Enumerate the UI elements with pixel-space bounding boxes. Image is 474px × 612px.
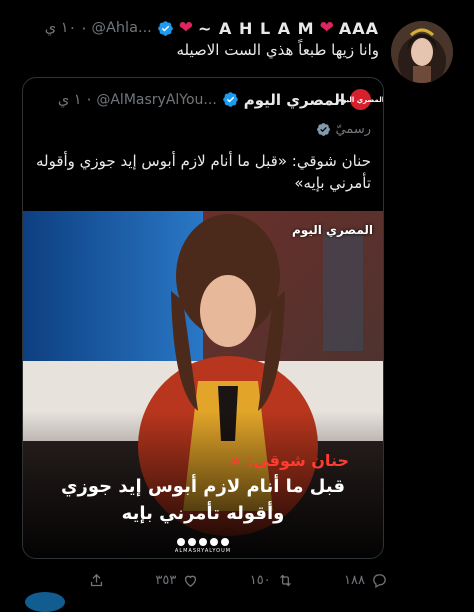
reply-icon <box>373 573 386 588</box>
tweet-header: AAA ❤ A H L A M ~ ❤ @Ahla... · ١٠ ي <box>45 18 379 38</box>
media-caption-line1: قبل ما أنام لازم أبوس إيد جوزي <box>60 476 346 497</box>
share-button[interactable] <box>88 572 105 589</box>
separator-dot: · <box>86 90 92 109</box>
avatar[interactable] <box>391 21 453 83</box>
retweet-icon <box>279 574 291 586</box>
social-icon <box>221 538 229 546</box>
quote-timestamp[interactable]: ١ ي <box>58 92 82 108</box>
quote-tweet[interactable]: المصري اليوم المصري اليوم @AlMasryAlYou.… <box>22 77 384 559</box>
quote-handle[interactable]: @AlMasryAlYou... <box>96 92 216 108</box>
quote-header: المصري اليوم المصري اليوم @AlMasryAlYou.… <box>58 89 383 110</box>
verified-badge-icon <box>223 92 238 107</box>
media-caption-name-text: حنان شوقي: <box>246 451 349 470</box>
timestamp[interactable]: ١٠ ي <box>45 20 77 36</box>
heart-icon: ❤ <box>319 18 334 38</box>
display-name-second[interactable]: A H L A M ~ <box>198 19 315 38</box>
share-icon <box>90 573 103 586</box>
quote-avatar[interactable]: المصري اليوم <box>337 89 383 110</box>
reply-button[interactable]: ١٨٨ <box>344 572 388 589</box>
next-tweet-avatar[interactable] <box>25 592 65 612</box>
verified-badge-icon <box>158 20 173 36</box>
media-caption-line2: وأقوله تأمرني بإيه <box>121 503 285 524</box>
retweet-count: ١٥٠ <box>249 572 271 588</box>
reply-count: ١٨٨ <box>344 572 365 588</box>
quote-display-name[interactable]: المصري اليوم <box>244 91 345 109</box>
quote-media[interactable]: المصري اليوم حنان شوقي: « قبل ما أنام لا… <box>23 211 383 558</box>
heart-icon: ❤ <box>178 18 194 38</box>
screen: AAA ❤ A H L A M ~ ❤ @Ahla... · ١٠ ي وانا… <box>0 0 474 612</box>
display-name-first[interactable]: AAA <box>339 19 379 38</box>
media-brand-logo: المصري اليوم <box>292 223 373 237</box>
social-icon <box>188 538 196 546</box>
quote-text: حنان شوقي: «قبل ما أنام لازم أبوس إيد جو… <box>35 152 371 192</box>
tweet-actions: ١٨٨ ١٥٠ ٣٥٣ <box>88 570 388 590</box>
official-label-text: رسميّ <box>335 122 371 137</box>
social-icon <box>210 538 218 546</box>
social-icon <box>177 538 185 546</box>
separator-dot: · <box>81 18 87 38</box>
handle[interactable]: @Ahla... <box>91 20 151 36</box>
avatar-image <box>391 21 453 83</box>
social-icon <box>199 538 207 546</box>
media-caption-name: حنان شوقي: « <box>231 451 349 470</box>
like-icon <box>185 575 197 587</box>
tweet[interactable]: AAA ❤ A H L A M ~ ❤ @Ahla... · ١٠ ي وانا… <box>0 0 474 612</box>
double-chevron-icon: « <box>230 451 241 470</box>
official-badge-icon <box>317 123 331 136</box>
like-button[interactable]: ٣٥٣ <box>155 572 199 589</box>
official-label: رسميّ <box>316 122 371 137</box>
tweet-text: وانا زيها طبعاً هذي الست الاصيله <box>176 41 379 59</box>
media-social-icons <box>23 538 383 546</box>
media-site-label: ALMASRYALYOUM <box>174 548 232 554</box>
retweet-button[interactable]: ١٥٠ <box>250 572 294 589</box>
like-count: ٣٥٣ <box>155 572 177 588</box>
